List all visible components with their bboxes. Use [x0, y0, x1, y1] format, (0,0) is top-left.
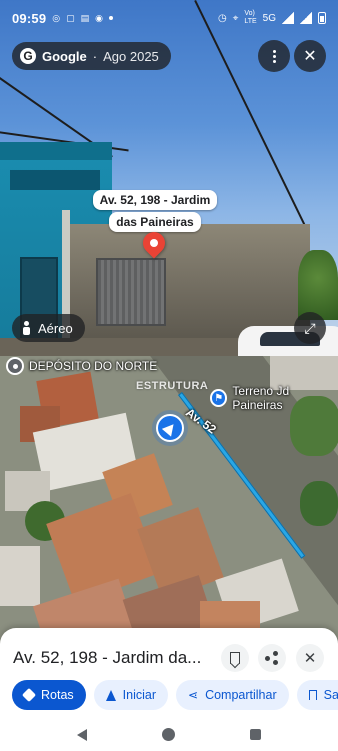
- recents-icon[interactable]: [249, 729, 261, 740]
- tim-ads-icon: ▤: [80, 12, 90, 23]
- share-icon-button[interactable]: [258, 644, 286, 672]
- routes-label: Rotas: [41, 688, 74, 702]
- watermark-text: ESTRUTURA: [136, 380, 209, 392]
- save-button[interactable]: Sal: [296, 680, 338, 710]
- action-chips: Rotas Iniciar ⋖ Compartilhar Sal: [12, 680, 338, 710]
- instagram-icon: ▢: [66, 12, 75, 23]
- battery-icon: [318, 12, 326, 24]
- more-vert-icon: [272, 49, 276, 63]
- close-icon: ✕: [303, 650, 317, 667]
- status-time: 09:59: [12, 10, 47, 26]
- save-icon-button[interactable]: [221, 644, 249, 672]
- status-bar: 09:59 ◎ ▢ ▤ ◉ ◷ ⌖ Vo) LTE 5G: [0, 0, 338, 36]
- close-sheet-button[interactable]: ✕: [296, 644, 324, 672]
- imagery-date: Ago 2025: [103, 48, 159, 64]
- navigation-arrow-icon: [105, 689, 116, 701]
- poi-terreno[interactable]: ⚑ Terreno Jd Paineiras: [210, 384, 338, 412]
- alarm-icon: ◷: [217, 12, 227, 24]
- expand-button[interactable]: ⤢: [294, 312, 326, 344]
- back-icon[interactable]: [77, 728, 88, 741]
- share-icon: [265, 651, 279, 665]
- bookmark-icon: [308, 690, 317, 700]
- share-label: Compartilhar: [205, 688, 277, 702]
- system-navigation-bar: [0, 718, 338, 751]
- game-controller-icon: ◉: [95, 12, 103, 23]
- roof: [0, 546, 40, 606]
- routes-button[interactable]: Rotas: [12, 680, 86, 710]
- poi-deposito-label: DEPÓSITO DO NORTE: [29, 359, 158, 373]
- metal-gate: [96, 258, 166, 326]
- location-icon: ⌖: [232, 12, 239, 24]
- notification-dot: [109, 16, 113, 20]
- address-callout[interactable]: Av. 52, 198 - Jardim das Paineiras: [92, 190, 218, 234]
- address-callout-line2: das Paineiras: [109, 212, 201, 232]
- save-label: Sal: [323, 688, 338, 702]
- share-button[interactable]: ⋖ Compartilhar: [176, 680, 289, 710]
- imagery-date-chip: G Google · Ago 2025: [12, 42, 171, 70]
- address-callout-line1: Av. 52, 198 - Jardim: [92, 190, 218, 210]
- place-marker-icon: [6, 357, 24, 375]
- place-bottom-sheet[interactable]: Av. 52, 198 - Jardim da... ✕ Rotas Inici…: [0, 628, 338, 718]
- more-options-button[interactable]: [258, 40, 290, 72]
- tree: [300, 481, 338, 526]
- home-icon[interactable]: [161, 728, 175, 741]
- poi-terreno-label: Terreno Jd Paineiras: [232, 384, 290, 412]
- google-logo-icon: G: [20, 48, 36, 64]
- my-location-icon[interactable]: [156, 414, 184, 442]
- flag-marker-icon: ⚑: [210, 389, 228, 407]
- trees: [298, 250, 338, 320]
- aerial-view-button[interactable]: Aéreo: [12, 314, 85, 342]
- signal-icon-2: [300, 12, 312, 24]
- close-icon: ✕: [303, 48, 317, 65]
- start-label: Iniciar: [122, 688, 156, 702]
- place-title[interactable]: Av. 52, 198 - Jardim da...: [13, 648, 218, 668]
- close-street-view-button[interactable]: ✕: [294, 40, 326, 72]
- signal-icon: [282, 12, 294, 24]
- share-icon: ⋖: [188, 688, 199, 702]
- whatsapp-icon: ◎: [52, 12, 61, 23]
- volte-indicator: Vo) LTE: [244, 10, 257, 25]
- bookmark-icon: [230, 652, 240, 664]
- start-button[interactable]: Iniciar: [93, 680, 168, 710]
- brand-name: Google: [42, 48, 87, 64]
- aerial-view-label: Aéreo: [38, 320, 73, 336]
- expand-icon: ⤢: [304, 319, 316, 336]
- network-type: 5G: [262, 12, 276, 24]
- poi-deposito[interactable]: DEPÓSITO DO NORTE: [6, 357, 157, 375]
- directions-icon: [21, 687, 37, 703]
- person-icon: [22, 321, 30, 335]
